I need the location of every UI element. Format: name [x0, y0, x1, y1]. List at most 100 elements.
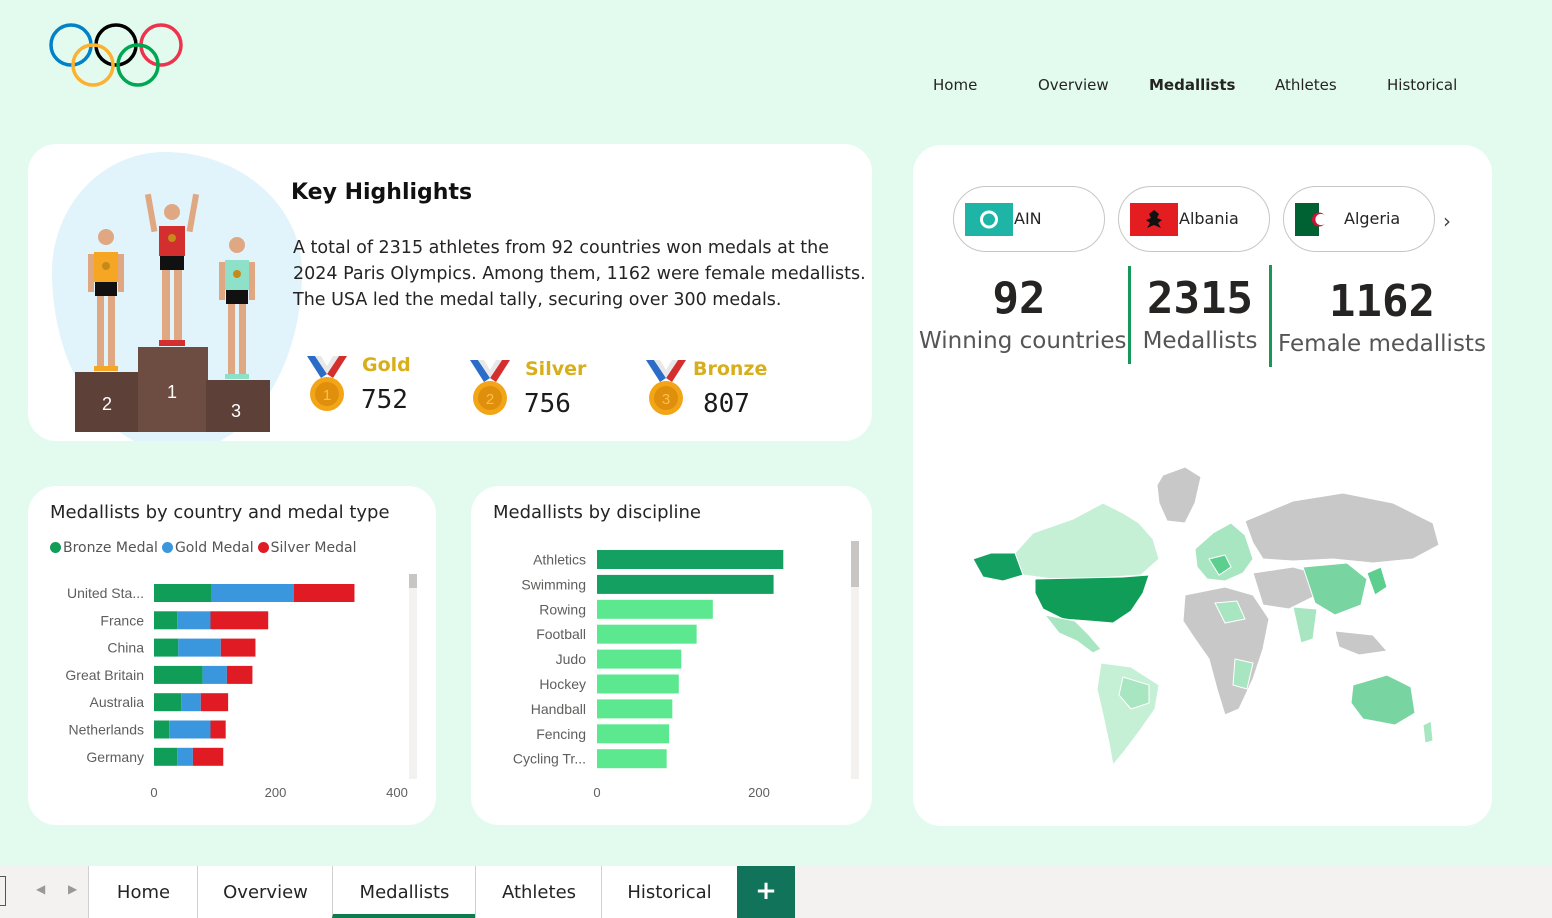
x-tick-label: 200 — [265, 785, 287, 800]
bar-segment[interactable] — [154, 638, 179, 657]
country-slicer-albania[interactable]: Albania — [1118, 186, 1270, 252]
kpi-label: Medallists — [1142, 328, 1258, 354]
map-region-greenland — [1156, 466, 1202, 524]
bar-segment[interactable] — [154, 747, 178, 766]
category-label: United Sta... — [67, 585, 144, 601]
nav-overview[interactable]: Overview — [1038, 76, 1109, 94]
kpi-female-medallists: 1162 Female medallists — [1277, 276, 1487, 357]
bar-segment[interactable] — [154, 584, 212, 602]
add-page-button[interactable]: + — [737, 866, 795, 918]
bar[interactable] — [597, 674, 679, 694]
kpi-divider — [1128, 266, 1131, 364]
podium-number-1: 1 — [167, 382, 177, 402]
tab-scroll-right-icon[interactable]: ▶ — [68, 882, 77, 896]
bar-segment[interactable] — [226, 665, 253, 684]
country-slicer-ain[interactable]: AIN — [953, 186, 1105, 252]
bar-segment[interactable] — [177, 747, 193, 766]
kpi-label: Winning countries — [919, 328, 1127, 354]
tab-scroll-left-icon[interactable]: ◀ — [36, 882, 45, 896]
key-highlights-title: Key Highlights — [291, 180, 473, 205]
bar[interactable] — [597, 724, 670, 744]
map-region-china — [1302, 562, 1368, 616]
top-navigation: Home Overview Medallists Athletes Histor… — [896, 76, 1496, 100]
x-tick-label: 0 — [593, 785, 600, 800]
bar-segment[interactable] — [210, 720, 226, 739]
tab-home[interactable]: Home — [88, 866, 198, 918]
bar[interactable] — [597, 624, 697, 644]
bar-segment[interactable] — [293, 584, 355, 602]
bronze-label: Bronze — [693, 358, 768, 380]
category-label: Athletics — [533, 552, 586, 568]
bar[interactable] — [597, 550, 784, 569]
tab-historical[interactable]: Historical — [601, 866, 737, 918]
bar-segment[interactable] — [154, 665, 203, 684]
podium-number-2: 2 — [102, 394, 112, 414]
bar-segment[interactable] — [177, 611, 211, 630]
bar[interactable] — [597, 649, 682, 669]
bar[interactable] — [597, 749, 667, 769]
x-tick-label: 400 — [386, 785, 408, 800]
map-region-new-zealand — [1422, 720, 1434, 744]
bar-segment[interactable] — [169, 720, 211, 739]
bar-segment[interactable] — [200, 693, 229, 712]
category-label: Fencing — [536, 726, 586, 742]
kpi-value: 2315 — [1147, 273, 1253, 324]
bar-segment[interactable] — [178, 638, 221, 657]
bar[interactable] — [597, 699, 673, 719]
podium-number-3: 3 — [231, 401, 241, 421]
map-region-southeast-asia — [1334, 630, 1388, 656]
chart-scrollbar[interactable] — [409, 574, 417, 779]
x-tick-label: 200 — [748, 785, 770, 800]
silver-label: Silver — [525, 358, 587, 380]
kpi-value: 92 — [992, 273, 1046, 324]
bar-segment[interactable] — [202, 665, 227, 684]
scrollbar-thumb[interactable] — [409, 574, 417, 588]
map-region-usa — [1034, 574, 1150, 624]
nav-medallists[interactable]: Medallists — [1149, 76, 1235, 94]
athlete-third-figure — [219, 237, 255, 379]
algeria-flag-icon — [1295, 203, 1343, 236]
podium-illustration: 2 1 3 — [75, 193, 270, 432]
scrollbar-thumb[interactable] — [851, 541, 859, 587]
bar-segment[interactable] — [154, 611, 178, 630]
map-region-japan — [1366, 566, 1388, 596]
tab-athletes[interactable]: Athletes — [475, 866, 602, 918]
bar-segment[interactable] — [211, 584, 294, 602]
gold-value: 752 — [361, 385, 408, 415]
country-slicer-label: Albania — [1179, 209, 1239, 228]
bar-segment[interactable] — [210, 611, 269, 630]
discipline-chart-card: Medallists by discipline Athletics Swimmi… — [471, 486, 872, 825]
bar[interactable] — [597, 599, 713, 619]
nav-historical[interactable]: Historical — [1387, 76, 1457, 94]
map-region-india — [1292, 606, 1318, 644]
bar[interactable] — [597, 574, 774, 594]
medallists-world-map — [972, 466, 1440, 767]
tab-overview[interactable]: Overview — [197, 866, 333, 918]
chevron-right-icon[interactable]: › — [1443, 209, 1451, 233]
kpi-medallists: 2315 Medallists — [1135, 273, 1265, 354]
athlete-first-figure — [144, 193, 200, 346]
tab-bar-edge — [0, 876, 6, 906]
country-stats-card: AIN Albania Algeria › 92 Winning countri… — [913, 145, 1492, 826]
chart-scrollbar[interactable] — [851, 541, 859, 779]
olympic-rings-logo — [49, 23, 183, 87]
country-medal-bar-chart: United Sta... France China Great Britain Aus… — [65, 584, 408, 800]
bar-segment[interactable] — [154, 720, 170, 739]
kpi-label: Female medallists — [1278, 331, 1486, 357]
country-slicer-label: Algeria — [1344, 209, 1401, 228]
tab-medallists[interactable]: Medallists — [332, 866, 476, 918]
country-slicer-algeria[interactable]: Algeria — [1283, 186, 1435, 252]
silver-medal-icon: 2 — [470, 360, 510, 415]
category-label: Handball — [531, 701, 586, 717]
kpi-value: 1162 — [1329, 276, 1435, 327]
nav-home[interactable]: Home — [933, 76, 977, 94]
category-label: China — [107, 640, 144, 656]
bar-segment[interactable] — [181, 693, 201, 712]
nav-athletes[interactable]: Athletes — [1275, 76, 1337, 94]
bar-segment[interactable] — [192, 747, 224, 766]
map-region-alaska — [972, 552, 1024, 582]
category-label: Football — [536, 626, 586, 642]
silver-value: 756 — [524, 389, 571, 419]
bar-segment[interactable] — [220, 638, 256, 657]
bar-segment[interactable] — [154, 693, 182, 712]
